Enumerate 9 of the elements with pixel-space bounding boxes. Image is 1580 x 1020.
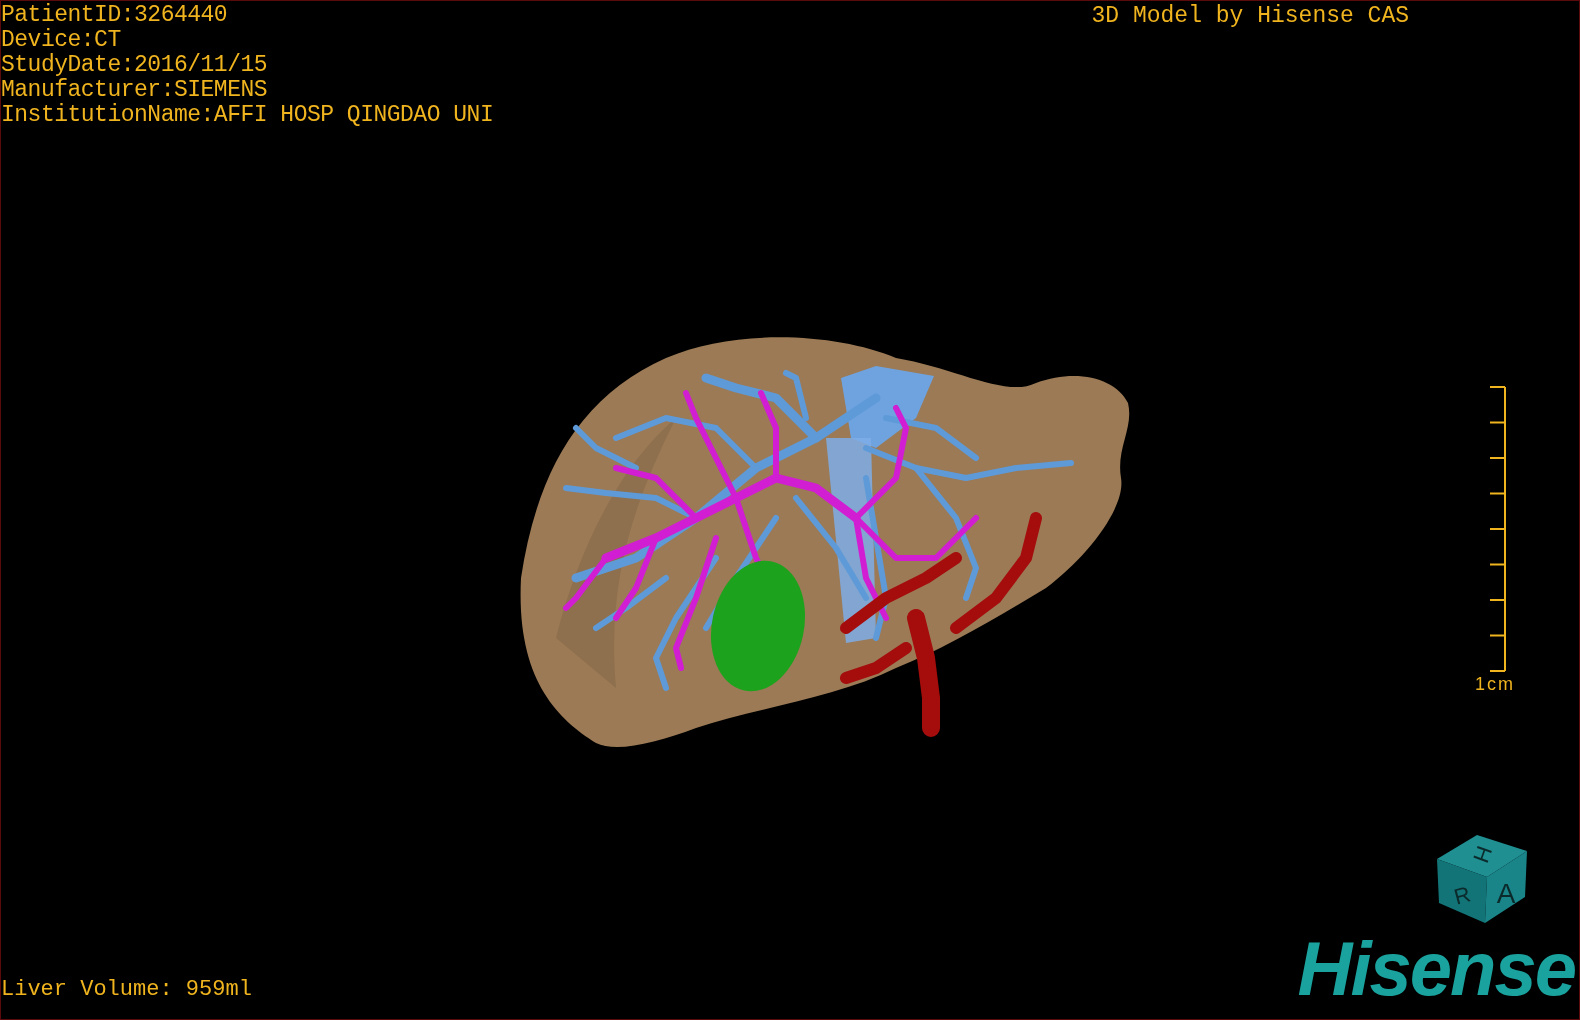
info-line: InstitutionName:AFFI HOSP QINGDAO UNI xyxy=(1,103,494,128)
brand-logo: Hisense xyxy=(1297,933,1575,1005)
info-line: StudyDate:2016/11/15 xyxy=(1,53,269,78)
info-line: Manufacturer:SIEMENS xyxy=(1,78,269,103)
scale-label: 1cm xyxy=(1475,672,1515,696)
viewer-title: 3D Model by Hisense CAS xyxy=(1091,2,1409,31)
info-line: Device:CT xyxy=(1,28,122,53)
liver-volume: Liver Volume: 959ml xyxy=(1,977,252,1003)
info-line: PatientID:3264440 xyxy=(1,3,229,28)
